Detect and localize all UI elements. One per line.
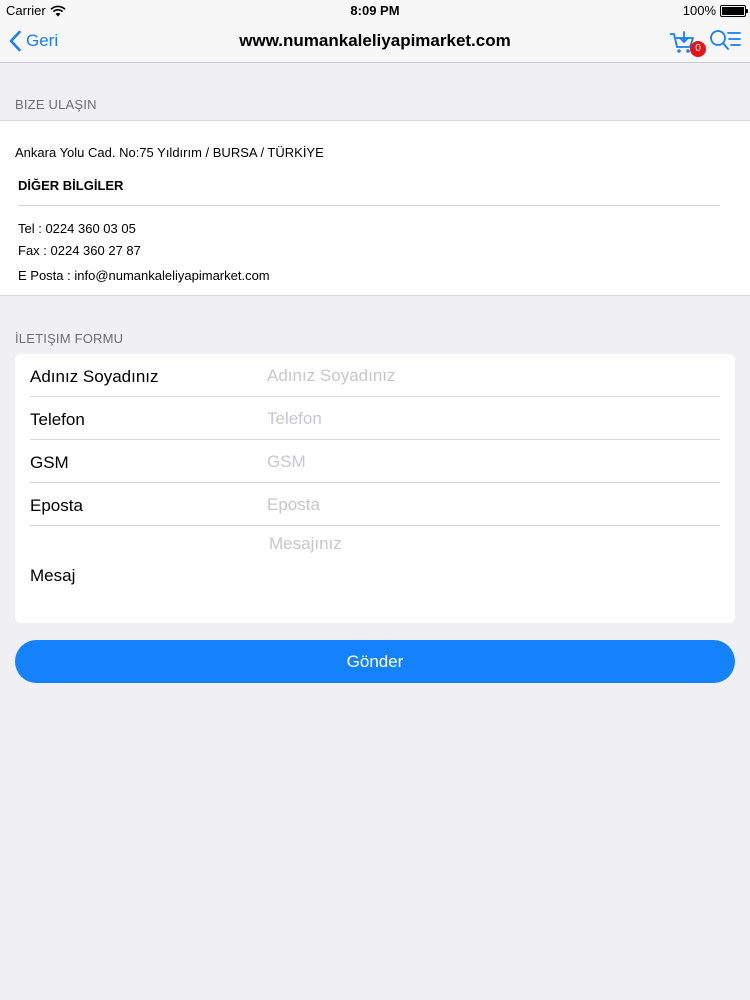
contact-divider xyxy=(18,205,720,206)
row-divider xyxy=(30,525,720,526)
battery-percent: 100% xyxy=(682,3,716,18)
name-row: Adınız Soyadınız xyxy=(15,354,735,397)
search-list-icon xyxy=(710,30,741,50)
email-label: Eposta xyxy=(30,496,83,515)
message-label: Mesaj xyxy=(30,566,76,585)
battery-indicator: 100% xyxy=(682,3,748,18)
email-input[interactable] xyxy=(267,490,717,520)
address-text: Ankara Yolu Cad. No:75 Yıldırım / BURSA … xyxy=(15,145,324,160)
name-label: Adınız Soyadınız xyxy=(30,367,159,386)
gsm-input[interactable] xyxy=(267,447,717,477)
submit-button[interactable]: Gönder xyxy=(15,640,735,683)
phone-label: Telefon xyxy=(30,410,85,429)
email-text: E Posta : info@numankaleliyapimarket.com xyxy=(18,268,270,283)
navigation-bar: Geri www.numankaleliyapimarket.com 0 xyxy=(0,20,750,63)
email-row: Eposta xyxy=(15,483,735,526)
battery-icon xyxy=(720,4,748,17)
status-bar: Carrier 8:09 PM 100% xyxy=(0,0,750,20)
cart-count-badge: 0 xyxy=(690,41,706,57)
form-section-header: İLETIŞIM FORMU xyxy=(15,331,124,346)
search-menu-button[interactable] xyxy=(708,28,742,54)
phone-input[interactable] xyxy=(267,404,717,434)
gsm-row: GSM xyxy=(15,440,735,483)
page-title: www.numankaleliyapimarket.com xyxy=(239,31,511,50)
status-time: 8:09 PM xyxy=(350,3,400,18)
other-info-title: DİĞER BİLGİLER xyxy=(18,178,124,193)
name-input[interactable] xyxy=(267,361,717,391)
tel-text: Tel : 0224 360 03 05 xyxy=(18,221,136,236)
fax-text: Fax : 0224 360 27 87 xyxy=(18,243,141,258)
contact-info-block: Ankara Yolu Cad. No:75 Yıldırım / BURSA … xyxy=(0,120,750,296)
phone-row: Telefon xyxy=(15,397,735,440)
contact-form: Adınız Soyadınız Telefon GSM Eposta Mesa… xyxy=(15,354,735,623)
message-input[interactable] xyxy=(269,534,719,614)
gsm-label: GSM xyxy=(30,453,69,472)
contact-section-header: BIZE ULAŞIN xyxy=(15,97,97,112)
